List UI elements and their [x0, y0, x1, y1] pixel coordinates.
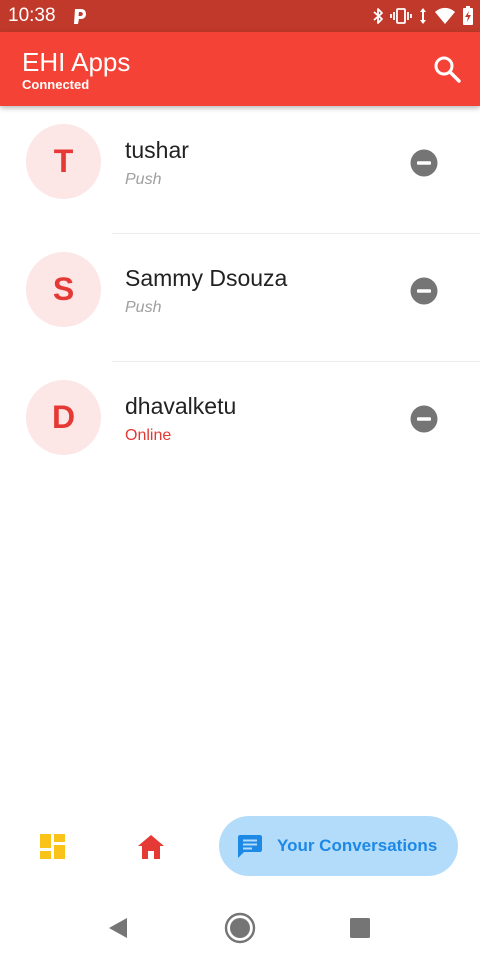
status-bar: 10:38 [0, 0, 480, 32]
conversations-label: Your Conversations [277, 836, 438, 855]
conversations-tab[interactable]: Your Conversations [219, 816, 458, 876]
chat-icon [238, 835, 262, 858]
avatar: D [26, 380, 101, 455]
contact-status: Online [125, 427, 172, 444]
contact-row[interactable]: D dhavalketu Online [0, 362, 480, 490]
app-bar: EHI Apps Connected [0, 32, 480, 106]
bluetooth-icon [373, 8, 383, 24]
recents-icon[interactable] [349, 917, 371, 939]
contact-status: Push [125, 171, 162, 188]
contact-list: T tushar Push S Sammy Dsouza Push D dhav… [0, 106, 480, 490]
status-icons [372, 5, 474, 27]
contact-name: dhavalketu [125, 393, 237, 419]
connection-status: Connected [22, 77, 90, 92]
vibrate-icon [390, 8, 412, 24]
avatar: S [26, 252, 101, 327]
app-title: EHI Apps [22, 47, 131, 77]
remove-contact-icon[interactable] [410, 149, 438, 177]
contact-name: Sammy Dsouza [125, 265, 288, 291]
dashboard-icon[interactable] [40, 834, 65, 859]
wifi-icon [435, 7, 455, 24]
battery-charging-icon [463, 6, 473, 25]
back-icon[interactable] [106, 916, 130, 940]
home-circle-icon[interactable] [224, 912, 256, 944]
avatar: T [26, 124, 101, 199]
contact-status: Push [125, 299, 162, 316]
data-arrows-icon [420, 8, 426, 24]
remove-contact-icon[interactable] [410, 405, 438, 433]
contact-name: tushar [125, 137, 189, 163]
system-nav [0, 896, 480, 960]
contact-row[interactable]: S Sammy Dsouza Push [0, 234, 480, 362]
remove-contact-icon[interactable] [410, 277, 438, 305]
p-app-icon [74, 9, 86, 24]
home-icon[interactable] [137, 833, 165, 861]
screen: 10:38 EHI Apps Connected T tushar Push S… [0, 0, 480, 960]
status-time: 10:38 [8, 5, 56, 26]
bottom-nav: Your Conversations [0, 808, 480, 888]
search-icon[interactable] [432, 54, 462, 84]
contact-row[interactable]: T tushar Push [0, 106, 480, 234]
